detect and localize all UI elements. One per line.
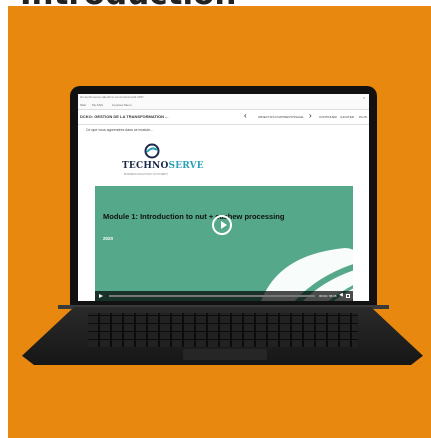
- bookmark-item[interactable]: Courses Menu: [112, 103, 132, 107]
- url-text[interactable]: kiri-technoserve.talentlms.com/unit/view…: [80, 95, 144, 99]
- chevron-left-icon[interactable]: ‹: [244, 112, 247, 120]
- fullscreen-icon[interactable]: [346, 294, 350, 298]
- close-icon[interactable]: ×: [363, 95, 365, 100]
- play-icon[interactable]: [99, 294, 103, 298]
- more-link[interactable]: PLUS: [359, 115, 367, 119]
- logo-text: TECHNOSERVE: [122, 161, 204, 171]
- bookmark-item[interactable]: My ASN: [92, 103, 103, 107]
- laptop-trackpad: [183, 349, 267, 360]
- unit-nav-label: OBJECTIFS D'APPRENTISSAGE: [258, 115, 304, 119]
- laptop-keyboard: [88, 313, 358, 347]
- progress-bar[interactable]: [109, 295, 315, 297]
- logo-text-accent: SERVE: [168, 161, 204, 171]
- bookmarks-bar: Web My ASN Courses Menu: [78, 102, 369, 110]
- unit-subtitle: Ce que vous apprendrez dans ce module...: [86, 128, 153, 132]
- video-title: Module 1: Introduction to nut + cashew p…: [103, 212, 285, 221]
- logo-text-main: TECHNO: [122, 161, 169, 171]
- play-button[interactable]: [212, 215, 232, 235]
- course-title: DCKO: GESTION DE LA TRANSFORMATION ...: [80, 114, 169, 119]
- chevron-right-icon[interactable]: ›: [309, 112, 312, 120]
- content-card: TECHNOSERVE BUSINESS SOLUTIONS TO POVERT…: [95, 138, 353, 301]
- course-navbar: DCKO: GESTION DE LA TRANSFORMATION ... ‹…: [78, 110, 369, 125]
- video-player[interactable]: Module 1: Introduction to nut + cashew p…: [95, 186, 353, 301]
- volume-icon[interactable]: ◀: [339, 293, 343, 298]
- technoserve-logo-icon: [144, 143, 160, 159]
- video-controls: 00:00 / 05:36 ◀: [95, 291, 353, 301]
- bookmark-item[interactable]: Web: [80, 103, 86, 107]
- time-display: 00:00 / 05:36: [319, 294, 337, 298]
- add-link[interactable]: AJOUTER: [340, 115, 354, 119]
- logo-tagline: BUSINESS SOLUTIONS TO POVERTY: [124, 173, 169, 176]
- laptop-screen: kiri-technoserve.talentlms.com/unit/view…: [78, 94, 369, 301]
- address-bar: kiri-technoserve.talentlms.com/unit/view…: [78, 94, 369, 102]
- video-year: 2020: [103, 236, 114, 241]
- continue-link[interactable]: CONTINUER: [319, 115, 337, 119]
